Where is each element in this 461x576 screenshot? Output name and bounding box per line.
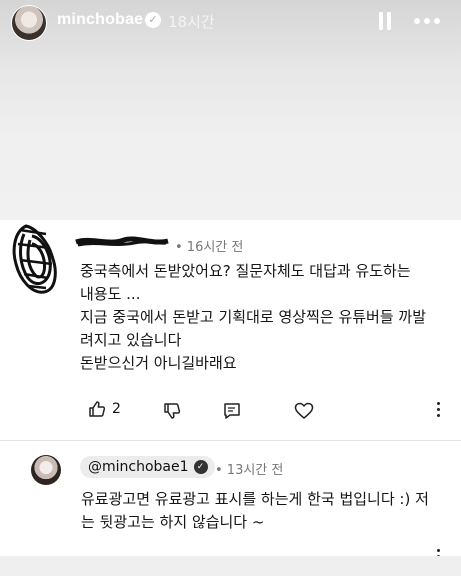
story-time: 18시간 xyxy=(168,13,215,31)
scribble-redaction-icon xyxy=(12,224,57,294)
comment-line: 려지고 있습니다 xyxy=(80,331,182,349)
comment-actions: 2 xyxy=(0,400,461,430)
reply-line: 유료광고면 유료광고 표시를 하는게 한국 법입니다 :) 저 xyxy=(81,490,429,508)
story-header: minchobae ✓ 18시간 xyxy=(0,0,461,44)
comment-line: 내용도 ... xyxy=(80,285,141,303)
comment-card: • 16시간 전 중국측에서 돈받았어요? 질문자체도 대답과 유도하는 내용도… xyxy=(0,220,461,440)
reply-card: @minchobae1 ✓ • 13시간 전 유료광고면 유료광고 표시를 하는… xyxy=(0,441,461,556)
pause-icon[interactable] xyxy=(378,12,392,30)
verified-check-icon: ✓ xyxy=(193,460,208,474)
comment-line: 돈받으신거 아니길바래요 xyxy=(80,354,237,372)
comment-line: 지금 중국에서 돈받고 기획대로 영상찍은 유튜버들 까발 xyxy=(80,308,427,326)
story-avatar[interactable] xyxy=(11,5,47,41)
thumbs-down-icon[interactable] xyxy=(163,402,181,420)
verified-badge-icon: ✓ xyxy=(145,12,161,28)
like-button[interactable]: 2 xyxy=(88,400,121,418)
thumbs-up-icon xyxy=(89,401,106,417)
more-icon[interactable] xyxy=(414,18,440,24)
avatar[interactable] xyxy=(31,455,61,485)
mention-chip[interactable]: @minchobae1 ✓ xyxy=(80,456,215,478)
comment-line: 중국측에서 돈받았어요? 질문자체도 대답과 유도하는 xyxy=(80,262,411,280)
redacted-username xyxy=(75,236,169,247)
reply-text: 유료광고면 유료광고 표시를 하는게 한국 법입니다 :) 저 는 뒷광고는 하… xyxy=(81,488,451,534)
heart-icon[interactable] xyxy=(294,402,314,420)
bottom-band xyxy=(0,556,461,576)
more-vertical-icon[interactable] xyxy=(437,402,441,418)
reply-time: • 13시간 전 xyxy=(215,463,284,478)
reply-line: 는 뒷광고는 하지 않습니다 ~ xyxy=(81,513,265,531)
more-vertical-icon[interactable] xyxy=(437,548,441,556)
mention-username: @minchobae1 xyxy=(88,459,189,475)
like-count: 2 xyxy=(112,401,121,417)
comment-time: • 16시간 전 xyxy=(175,240,244,255)
reply-icon[interactable] xyxy=(223,402,241,420)
story-username[interactable]: minchobae xyxy=(57,11,143,29)
comment-text: 중국측에서 돈받았어요? 질문자체도 대답과 유도하는 내용도 ... 지금 중… xyxy=(80,260,450,375)
